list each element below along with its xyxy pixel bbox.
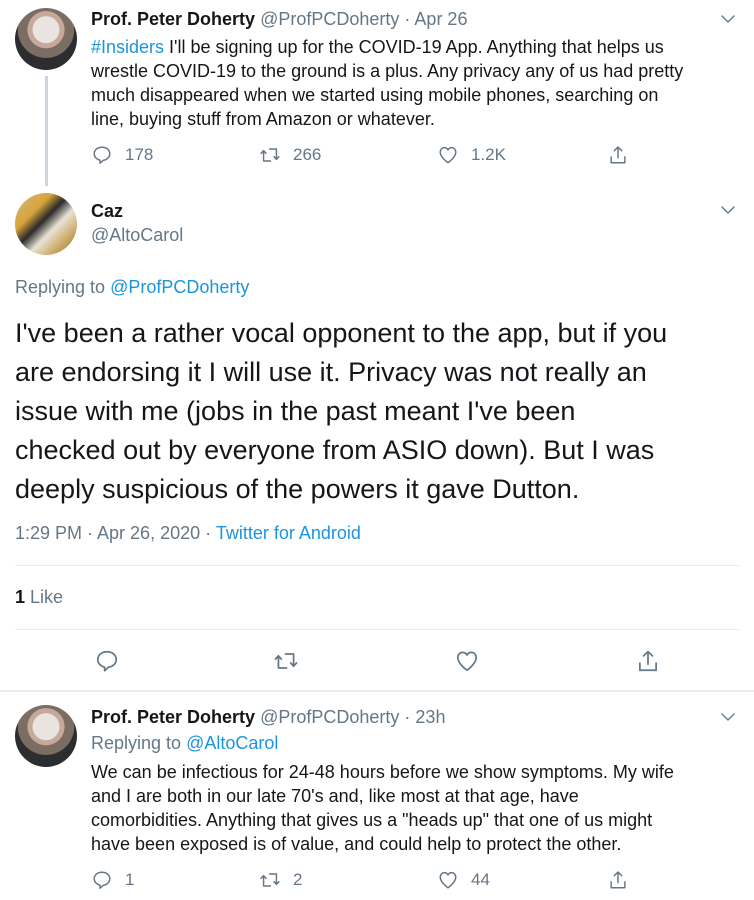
divider	[15, 629, 739, 630]
display-name[interactable]: Prof. Peter Doherty	[91, 9, 255, 29]
reply-icon	[91, 144, 113, 166]
share-icon[interactable]	[635, 648, 661, 674]
reply-button[interactable]: 1	[91, 869, 134, 891]
separator: ·	[205, 523, 212, 543]
likes-stat[interactable]: 1 Like	[15, 587, 63, 608]
retweet-icon	[259, 144, 281, 166]
timestamp[interactable]: 1:29 PM · Apr 26, 2020	[15, 523, 200, 543]
retweet-count: 2	[293, 870, 303, 889]
share-icon	[607, 144, 629, 166]
retweet-button[interactable]: 2	[259, 869, 302, 891]
retweet-count: 266	[293, 145, 322, 164]
avatar-caz[interactable]	[15, 193, 77, 255]
thread-line	[45, 76, 48, 186]
tweet-time[interactable]: 23h	[415, 707, 445, 727]
avatar-peter-doherty[interactable]	[15, 705, 77, 767]
heart-icon	[437, 869, 459, 891]
display-name[interactable]: Prof. Peter Doherty	[91, 707, 255, 727]
handle[interactable]: @ProfPCDoherty	[260, 9, 399, 29]
handle[interactable]: @ProfPCDoherty	[260, 707, 399, 727]
separator: ·	[404, 707, 411, 727]
chevron-down-icon[interactable]	[718, 710, 738, 724]
heart-icon	[437, 144, 459, 166]
heart-icon[interactable]	[454, 648, 480, 674]
display-name[interactable]: Caz	[91, 201, 123, 222]
reply-count: 1	[125, 870, 135, 889]
divider	[15, 565, 739, 566]
reply-icon	[91, 869, 113, 891]
retweet-button[interactable]: 266	[259, 144, 321, 166]
retweet-icon[interactable]	[273, 648, 299, 674]
divider	[0, 690, 754, 692]
chevron-down-icon[interactable]	[718, 203, 738, 217]
tweet-text: I've been a rather vocal opponent to the…	[15, 318, 668, 504]
avatar-peter-doherty[interactable]	[15, 8, 77, 70]
separator: ·	[404, 9, 411, 29]
reply-count: 178	[125, 145, 154, 164]
likes-count: 1	[15, 587, 26, 607]
tweet-time[interactable]: Apr 26	[414, 9, 467, 29]
reply-button[interactable]: 178	[91, 144, 153, 166]
reply-icon[interactable]	[94, 648, 120, 674]
handle[interactable]: @AltoCarol	[91, 225, 183, 246]
share-button[interactable]	[607, 869, 641, 891]
source-link[interactable]: Twitter for Android	[216, 523, 361, 543]
retweet-icon	[259, 869, 281, 891]
like-button[interactable]: 1.2K	[437, 144, 506, 166]
like-button[interactable]: 44	[437, 869, 490, 891]
tweet-text: #Insiders I'll be signing up for the COV…	[91, 37, 684, 129]
hashtag-link[interactable]: #Insiders	[91, 37, 164, 57]
share-icon	[607, 869, 629, 891]
tweet-text: We can be infectious for 24-48 hours bef…	[91, 762, 674, 854]
like-count: 1.2K	[471, 145, 506, 164]
replying-to-link[interactable]: @ProfPCDoherty	[110, 277, 249, 297]
likes-label: Like	[25, 587, 64, 607]
chevron-down-icon[interactable]	[718, 12, 738, 26]
replying-label: Replying to	[15, 277, 111, 297]
replying-label: Replying to	[91, 733, 187, 753]
share-button[interactable]	[607, 144, 641, 166]
like-count: 44	[471, 870, 490, 889]
replying-to-link[interactable]: @AltoCarol	[186, 733, 278, 753]
